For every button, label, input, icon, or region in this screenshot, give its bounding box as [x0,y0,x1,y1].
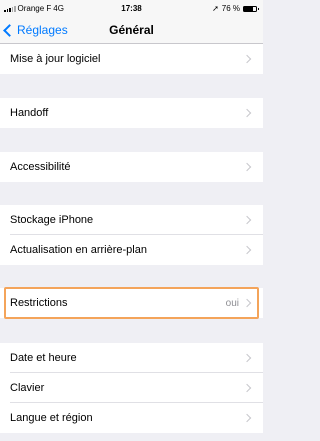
chevron-right-icon [242,413,252,423]
row-iphone-storage[interactable]: Stockage iPhone [0,205,263,235]
chevron-right-icon [242,245,252,255]
chevron-right-icon [242,298,252,308]
row-language-region[interactable]: Langue et région [0,403,263,433]
row-label: Stockage iPhone [10,214,94,226]
row-restrictions[interactable]: Restrictions oui [0,288,263,318]
row-software-update[interactable]: Mise à jour logiciel [0,44,263,74]
row-label: Restrictions [10,297,68,309]
row-label: Accessibilité [10,161,71,173]
chevron-right-icon [242,162,252,172]
chevron-right-icon [242,215,252,225]
battery-percent: 76 % [221,4,240,13]
row-accessibility[interactable]: Accessibilité [0,152,263,182]
row-handoff[interactable]: Handoff [0,98,263,128]
chevron-right-icon [242,108,252,118]
chevron-right-icon [242,353,252,363]
location-arrow-icon: ➚ [212,4,219,13]
row-background-refresh[interactable]: Actualisation en arrière-plan [0,235,263,265]
status-right: ➚ 76 % [212,4,259,13]
row-label: Actualisation en arrière-plan [10,244,147,256]
back-button[interactable]: Réglages [3,23,68,37]
row-label: Mise à jour logiciel [10,53,101,65]
status-bar: Orange F 4G 17:38 ➚ 76 % [0,0,263,16]
back-button-label: Réglages [17,23,68,37]
battery-icon [243,5,259,12]
row-label: Clavier [10,382,45,394]
chevron-right-icon [242,383,252,393]
row-label: Handoff [10,107,49,119]
navigation-bar: Réglages Général [0,16,263,44]
row-keyboard[interactable]: Clavier [0,373,263,403]
row-label: Date et heure [10,352,77,364]
chevron-left-icon [3,23,16,37]
restrictions-value: oui [225,297,239,309]
row-date-time[interactable]: Date et heure [0,343,263,373]
row-label: Langue et région [10,412,93,424]
chevron-right-icon [242,54,252,64]
